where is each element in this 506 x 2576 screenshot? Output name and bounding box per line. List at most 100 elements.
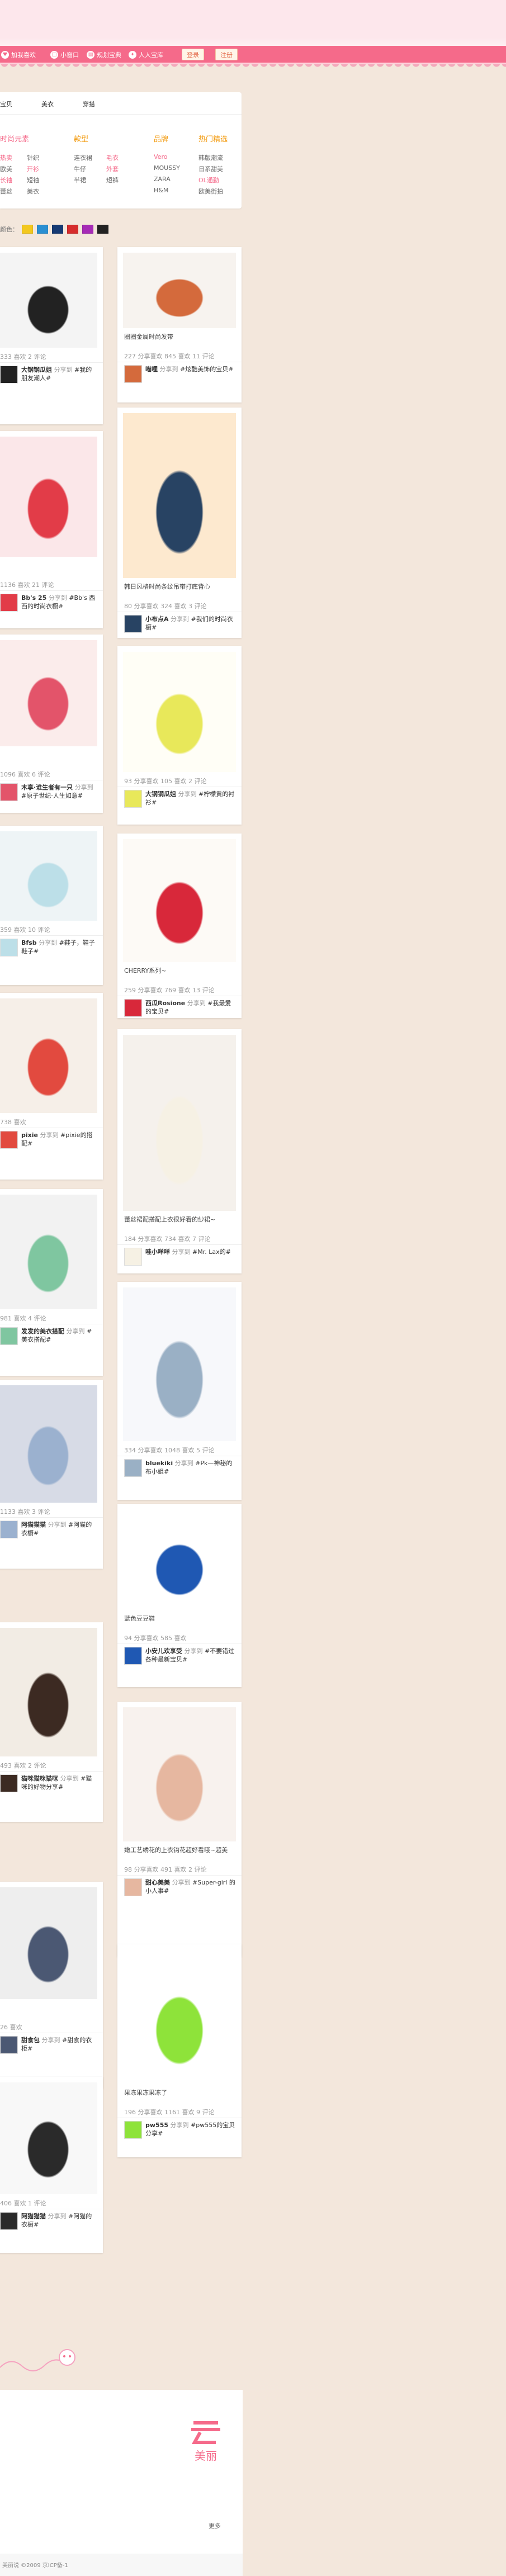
username[interactable]: 大钢钢瓜姐 bbox=[145, 790, 176, 798]
avatar[interactable] bbox=[124, 1647, 142, 1665]
avatar[interactable] bbox=[124, 2121, 142, 2139]
album-name[interactable]: #炫酷美饰的宝贝# bbox=[180, 366, 233, 373]
color-swatch-purple[interactable] bbox=[82, 225, 93, 234]
category-link[interactable]: H&M bbox=[154, 187, 168, 194]
product-card[interactable]: 493 喜欢 2 评论 猫咪猫咪猫咪 分享到 #猫咪的好物分享# bbox=[0, 1622, 103, 1822]
username[interactable]: bluekiki bbox=[145, 1460, 173, 1467]
category-link[interactable]: Vero bbox=[154, 153, 167, 160]
avatar[interactable] bbox=[0, 366, 18, 383]
product-card[interactable]: 蓝色豆豆鞋 94 分享喜欢 585 喜欢 小安儿欢享受 分享到 #不要错过各种最新宝… bbox=[117, 1504, 242, 1687]
username[interactable]: 甜心美美 bbox=[145, 1879, 170, 1886]
color-swatch-red[interactable] bbox=[67, 225, 78, 234]
category-link[interactable]: ZARA bbox=[154, 176, 171, 183]
category-link[interactable]: 牛仔 bbox=[74, 164, 86, 173]
product-card[interactable]: 26 喜欢 甜食包 分享到 #甜食的衣柜# bbox=[0, 1882, 103, 2089]
product-card[interactable]: 359 喜欢 10 评论 Bfsb 分享到 #鞋子，鞋子鞋子# bbox=[0, 826, 103, 985]
product-card[interactable]: 406 喜欢 1 评论 阿猫猫猫 分享到 #阿猫的衣橱# bbox=[0, 2077, 103, 2253]
avatar[interactable] bbox=[0, 1131, 18, 1149]
username[interactable]: 木享·谁生者有一只 bbox=[21, 784, 73, 791]
avatar[interactable] bbox=[0, 939, 18, 956]
product-image[interactable] bbox=[123, 652, 236, 772]
username[interactable]: 大钢钢瓜姐 bbox=[21, 366, 52, 373]
avatar[interactable] bbox=[0, 2036, 18, 2054]
register-button[interactable]: 注册 bbox=[215, 49, 238, 60]
avatar[interactable] bbox=[0, 783, 18, 801]
category-link[interactable]: 长袖 bbox=[0, 176, 12, 184]
product-image[interactable] bbox=[0, 998, 97, 1113]
product-image[interactable] bbox=[123, 1707, 236, 1841]
footer-more-link[interactable]: 更多 bbox=[209, 2521, 221, 2530]
album-name[interactable]: #Mr. Lax的# bbox=[192, 1248, 231, 1256]
avatar[interactable] bbox=[124, 1878, 142, 1896]
product-card[interactable]: 1096 喜欢 6 评论 木享·谁生者有一只 分享到 #原子世纪·人生如意# bbox=[0, 634, 103, 813]
product-card[interactable]: 果冻果冻果冻了 196 分享喜欢 1161 喜欢 9 评论 pw555 分享到 #p… bbox=[117, 1944, 242, 2157]
avatar[interactable] bbox=[0, 1327, 18, 1345]
username[interactable]: Bfsb bbox=[21, 939, 37, 946]
topbar-item-1[interactable]: ♥ 加我喜欢 bbox=[1, 50, 36, 59]
username[interactable]: pixie bbox=[21, 1131, 38, 1139]
avatar[interactable] bbox=[124, 999, 142, 1017]
tab-baby[interactable]: 宝贝 bbox=[0, 100, 12, 108]
album-name[interactable]: #原子世纪·人生如意# bbox=[21, 792, 83, 799]
color-swatch-navy[interactable] bbox=[52, 225, 63, 234]
category-link[interactable]: 针织 bbox=[27, 153, 39, 162]
product-image[interactable] bbox=[0, 831, 97, 921]
topbar-item-4[interactable]: ✦ 人人宝库 bbox=[129, 50, 163, 59]
avatar[interactable] bbox=[0, 2212, 18, 2230]
username[interactable]: 阿猫猫猫 bbox=[21, 2213, 46, 2220]
topbar-item-2[interactable]: □ 小窗口 bbox=[50, 50, 79, 59]
avatar[interactable] bbox=[0, 1774, 18, 1792]
username[interactable]: 猫咪猫咪猫咪 bbox=[21, 1775, 58, 1782]
username[interactable]: 甜食包 bbox=[21, 2037, 40, 2044]
color-swatch-yellow[interactable] bbox=[22, 225, 33, 234]
product-card[interactable]: 韩日风格时尚条纹吊带打底背心 80 分享喜欢 324 喜欢 3 评论 小布点A 分享… bbox=[117, 408, 242, 638]
product-card[interactable]: 蕾丝裙配搭配上衣很好看的纱裙~ 184 分享喜欢 734 喜欢 7 评论 哇小咩咩 … bbox=[117, 1029, 242, 1273]
product-card[interactable]: CHERRY系列~ 259 分享喜欢 769 喜欢 13 评论 西瓜Rosione … bbox=[117, 834, 242, 1018]
product-card[interactable]: 981 喜欢 4 评论 发发的美衣搭配 分享到 #美衣搭配# bbox=[0, 1189, 103, 1376]
login-button[interactable]: 登录 bbox=[182, 49, 204, 60]
avatar[interactable] bbox=[124, 1248, 142, 1266]
username[interactable]: Bb's 25 bbox=[21, 594, 46, 602]
product-image[interactable] bbox=[123, 253, 236, 328]
avatar[interactable] bbox=[124, 790, 142, 808]
product-image[interactable] bbox=[123, 1035, 236, 1211]
product-card[interactable]: 圈圈金属时尚发带 227 分享喜欢 845 喜欢 11 评论 喵哩 分享到 #炫酷美… bbox=[117, 247, 242, 402]
product-image[interactable] bbox=[123, 1509, 236, 1610]
username[interactable]: 小布点A bbox=[145, 615, 169, 623]
username[interactable]: 小安儿欢享受 bbox=[145, 1647, 182, 1655]
avatar[interactable] bbox=[124, 615, 142, 633]
category-link[interactable]: 美衣 bbox=[27, 187, 39, 196]
product-image[interactable] bbox=[0, 1628, 97, 1756]
category-link[interactable]: 韩版潮流 bbox=[198, 153, 223, 162]
tab-clothes[interactable]: 美衣 bbox=[41, 100, 54, 108]
username[interactable]: 发发的美衣搭配 bbox=[21, 1328, 64, 1335]
product-image[interactable] bbox=[0, 1195, 97, 1309]
product-card[interactable]: 738 喜欢 pixie 分享到 #pixie的搭配# bbox=[0, 993, 103, 1180]
category-link[interactable]: 欧美 bbox=[0, 164, 12, 173]
product-image[interactable] bbox=[123, 413, 236, 578]
category-link[interactable]: MOUSSY bbox=[154, 164, 180, 172]
product-card[interactable]: 1133 喜欢 3 评论 阿猫猫猫 分享到 #阿猫的衣橱# bbox=[0, 1380, 103, 1569]
avatar[interactable] bbox=[124, 1459, 142, 1477]
product-image[interactable] bbox=[0, 2082, 97, 2194]
category-link[interactable]: OL通勤 bbox=[198, 176, 219, 184]
category-link[interactable]: 短袖 bbox=[27, 176, 39, 184]
product-image[interactable] bbox=[123, 1950, 236, 2084]
product-card[interactable]: 1136 喜欢 21 评论 Bb's 25 分享到 #Bb's 西西的时尚衣橱# bbox=[0, 431, 103, 628]
username[interactable]: 西瓜Rosione bbox=[145, 1000, 185, 1007]
username[interactable]: 哇小咩咩 bbox=[145, 1248, 170, 1256]
avatar[interactable] bbox=[124, 365, 142, 383]
username[interactable]: 阿猫猫猫 bbox=[21, 1521, 46, 1528]
product-image[interactable] bbox=[0, 437, 97, 557]
category-link[interactable]: 半裙 bbox=[74, 176, 86, 184]
category-link[interactable]: 外套 bbox=[106, 164, 119, 173]
product-image[interactable] bbox=[123, 839, 236, 962]
product-image[interactable] bbox=[0, 640, 97, 746]
category-link[interactable]: 毛衣 bbox=[106, 153, 119, 162]
product-card[interactable]: 333 喜欢 2 评论 大钢钢瓜姐 分享到 #我的朋友潮人# bbox=[0, 247, 103, 424]
category-link[interactable]: 日系甜美 bbox=[198, 164, 223, 173]
username[interactable]: 喵哩 bbox=[145, 366, 158, 373]
username[interactable]: pw555 bbox=[145, 2122, 168, 2129]
avatar[interactable] bbox=[0, 594, 18, 612]
product-card[interactable]: 334 分享喜欢 1048 喜欢 5 评论 bluekiki 分享到 #Pk—神秘… bbox=[117, 1282, 242, 1500]
